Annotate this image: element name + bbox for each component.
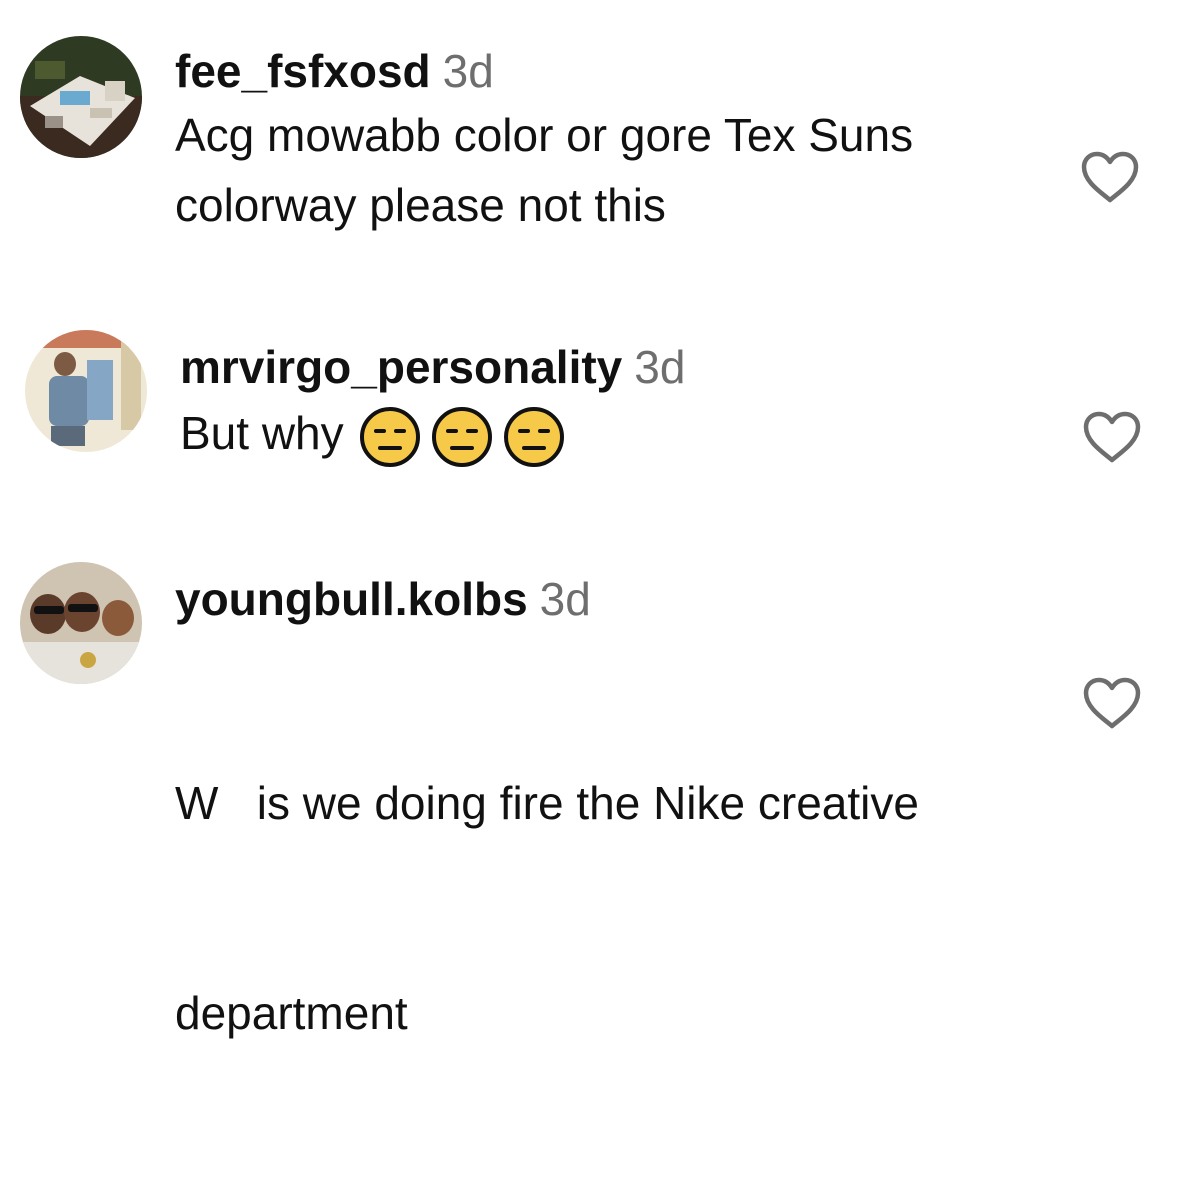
heart-outline-icon xyxy=(1083,411,1141,463)
expressionless-face-emoji-icon xyxy=(430,405,494,469)
avatar[interactable] xyxy=(20,36,142,158)
timestamp[interactable]: 3d xyxy=(443,45,494,97)
avatar-photo-group-icon xyxy=(20,562,142,684)
timestamp[interactable]: 3d xyxy=(634,341,685,393)
like-button[interactable] xyxy=(1082,676,1142,730)
avatar-photo-person-icon xyxy=(25,330,147,452)
comment-text: Acg mowabb color or gore Tex Suns colorw… xyxy=(175,100,1055,240)
emoji-group xyxy=(358,405,566,469)
comment-content: mrvirgo_personality 3d But why xyxy=(180,338,1060,469)
heart-outline-icon xyxy=(1081,151,1139,203)
comment-content: youngbull.kolbs 3d W is we doing fire the… xyxy=(175,570,1055,1188)
comment-text-line: colorway please not this xyxy=(175,179,666,231)
comment-text-line: But why xyxy=(180,407,344,459)
avatar[interactable] xyxy=(20,562,142,684)
username[interactable]: fee_fsfxosd xyxy=(175,45,431,97)
comment-content: fee_fsfxosd 3d Acg mowabb color or gore T… xyxy=(175,42,1055,240)
expressionless-face-emoji-icon xyxy=(502,405,566,469)
like-button[interactable] xyxy=(1082,410,1142,464)
timestamp[interactable]: 3d xyxy=(540,573,591,625)
like-button[interactable] xyxy=(1080,150,1140,204)
comment-text: W is we doing fire the Nike creative dep… xyxy=(175,628,1055,1188)
comment-text: But why xyxy=(180,398,1060,469)
expressionless-face-emoji-icon xyxy=(358,405,422,469)
comment-text-line: W is we doing fire the Nike creative xyxy=(175,777,919,829)
comment-text-line: department xyxy=(175,987,408,1039)
comment-text-line: Acg mowabb color or gore Tex Suns xyxy=(175,109,914,161)
username[interactable]: youngbull.kolbs xyxy=(175,573,528,625)
username[interactable]: mrvirgo_personality xyxy=(180,341,622,393)
avatar[interactable] xyxy=(25,330,147,452)
heart-outline-icon xyxy=(1083,677,1141,729)
avatar-photo-table-icon xyxy=(20,36,142,158)
